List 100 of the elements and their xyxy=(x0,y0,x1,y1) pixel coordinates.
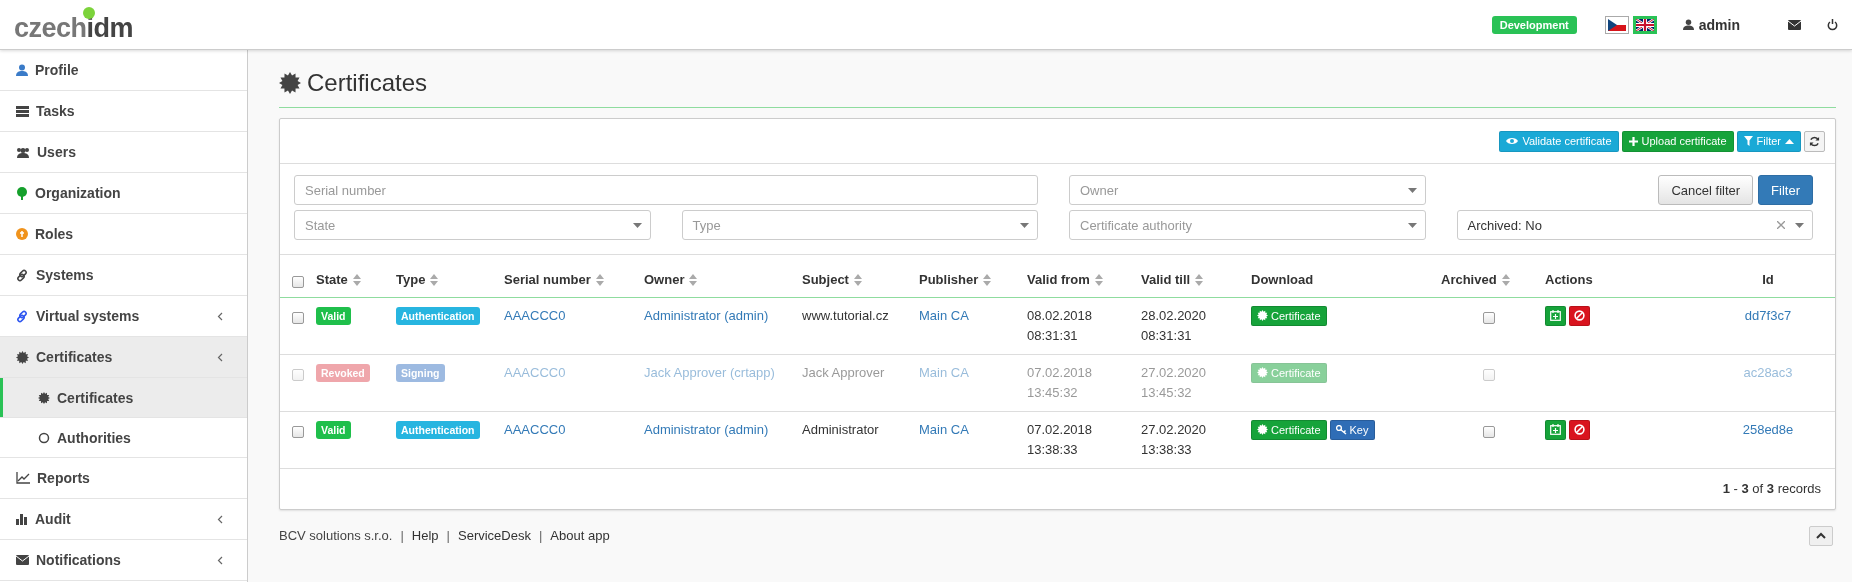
id-link[interactable]: 258ed8e xyxy=(1742,421,1794,437)
envelope-icon xyxy=(16,555,29,565)
caret-up-icon xyxy=(1785,138,1794,144)
type-label: Authentication xyxy=(396,306,480,325)
subject-text: www.tutorial.cz xyxy=(802,307,889,323)
caret-down-icon xyxy=(632,222,642,228)
publisher-link[interactable]: Main CA xyxy=(919,421,969,437)
column-header[interactable]: Serial number xyxy=(504,272,604,288)
valid-till-text: 27.02.2020 13:45:32 xyxy=(1141,363,1208,402)
scroll-top-button[interactable] xyxy=(1809,525,1833,546)
footer-link[interactable]: About app xyxy=(550,528,610,543)
calendar-plus-icon xyxy=(1550,424,1561,435)
records-count: 1 - 3 of 3 records xyxy=(1722,481,1821,496)
state-label: Valid xyxy=(316,420,351,439)
valid-from-text: 07.02.2018 13:38:33 xyxy=(1027,420,1094,459)
language-flag[interactable] xyxy=(1604,15,1629,34)
link-icon xyxy=(16,268,29,282)
revoke-button[interactable] xyxy=(1569,419,1590,440)
state-label: Valid xyxy=(316,306,351,325)
certificate-icon xyxy=(279,71,301,94)
logo[interactable]: czechidm xyxy=(14,7,134,42)
refresh-icon xyxy=(1809,135,1820,147)
column-header[interactable]: Valid from xyxy=(1027,272,1103,288)
serial-number-field[interactable]: Serial number xyxy=(294,175,1038,205)
chevron-up-icon xyxy=(1816,532,1826,539)
calendar-plus-icon xyxy=(1550,310,1561,321)
filter-button[interactable]: Filter xyxy=(1758,175,1813,205)
chevron-left-icon xyxy=(217,555,223,565)
sort-icon xyxy=(1094,273,1103,286)
select-field[interactable]: Archived: No xyxy=(1456,210,1813,240)
cancel-filter-button[interactable]: Cancel filter xyxy=(1658,175,1754,205)
owner-link[interactable]: Administrator (admin) xyxy=(644,307,769,323)
sort-icon xyxy=(689,273,698,286)
revoke-button[interactable] xyxy=(1569,305,1590,326)
user-icon xyxy=(1682,19,1694,30)
filter-icon xyxy=(1743,136,1753,146)
separator: | xyxy=(538,528,543,543)
circle-icon xyxy=(38,431,50,444)
power-icon xyxy=(1827,18,1838,31)
checkbox[interactable] xyxy=(1483,426,1495,439)
chevron-left-icon xyxy=(217,311,223,321)
column-header[interactable]: Valid till xyxy=(1141,272,1204,288)
column-header: Actions xyxy=(1545,272,1593,288)
company-name: BCV solutions s.r.o. xyxy=(279,528,393,543)
user-menu[interactable]: admin xyxy=(1682,16,1740,33)
valid-till-text: 28.02.2020 08:31:31 xyxy=(1141,306,1208,345)
logout-button[interactable] xyxy=(1827,18,1838,31)
tasks-icon xyxy=(16,105,29,117)
ban-icon xyxy=(1574,310,1585,321)
column-header[interactable]: Publisher xyxy=(919,272,992,288)
page-title: Certificates xyxy=(279,58,1836,108)
messages-button[interactable] xyxy=(1788,19,1801,30)
footer-link[interactable]: ServiceDesk xyxy=(458,528,531,543)
publisher-link[interactable]: Main CA xyxy=(919,307,969,323)
checkbox[interactable] xyxy=(1483,312,1495,325)
plus-icon xyxy=(1628,136,1638,146)
users-icon xyxy=(16,146,30,158)
sort-icon xyxy=(853,273,862,286)
column-header[interactable]: State xyxy=(316,272,361,288)
caret-down-icon xyxy=(1795,222,1804,228)
column-header[interactable]: Owner xyxy=(644,272,698,288)
type-label: Authentication xyxy=(396,420,480,439)
checkbox[interactable] xyxy=(292,426,304,439)
separator: | xyxy=(400,528,404,543)
footer-link[interactable]: Help xyxy=(411,528,439,543)
sort-icon xyxy=(595,273,604,286)
sort-icon xyxy=(430,273,439,286)
column-header[interactable]: Type xyxy=(396,272,439,288)
caret-down-icon xyxy=(1407,187,1417,193)
checkbox[interactable] xyxy=(292,276,304,289)
sort-icon xyxy=(1195,273,1204,286)
owner-link[interactable]: Administrator (admin) xyxy=(644,421,769,437)
envelope-icon xyxy=(1788,19,1801,30)
serial-number-link[interactable]: AAACCC0 xyxy=(504,307,566,323)
type-label: Signing xyxy=(396,363,445,382)
refresh-button[interactable] xyxy=(1804,130,1825,152)
column-header[interactable]: Archived xyxy=(1441,272,1510,288)
sort-icon xyxy=(983,273,992,286)
language-flag[interactable] xyxy=(1632,15,1657,34)
valid-from-text: 08.02.2018 08:31:31 xyxy=(1027,306,1094,345)
column-header[interactable]: Subject xyxy=(802,272,862,288)
renew-button[interactable] xyxy=(1545,305,1566,326)
state-label: Revoked xyxy=(316,363,370,382)
certificate-icon xyxy=(1257,310,1268,321)
sidebar-item[interactable]: Certificates xyxy=(0,337,247,378)
serial-number-link[interactable]: AAACCC0 xyxy=(504,421,566,437)
separator: | xyxy=(446,528,450,543)
environment-badge: Development xyxy=(1491,15,1577,34)
caret-down-icon xyxy=(1020,222,1029,228)
checkbox[interactable] xyxy=(292,312,304,325)
column-header: Download xyxy=(1251,272,1314,288)
line-chart-icon xyxy=(16,472,30,484)
renew-button[interactable] xyxy=(1545,419,1566,440)
download-key-button[interactable]: Key xyxy=(1329,419,1375,440)
ban-icon xyxy=(1574,424,1585,435)
id-link[interactable]: dd7f3c7 xyxy=(1744,307,1792,323)
sidebar-subitem[interactable]: Certificates xyxy=(0,378,247,418)
certificate-icon xyxy=(1257,367,1268,378)
valid-till-text: 27.02.2020 13:38:33 xyxy=(1141,420,1208,459)
subject-text: Jack Approver xyxy=(802,364,885,380)
